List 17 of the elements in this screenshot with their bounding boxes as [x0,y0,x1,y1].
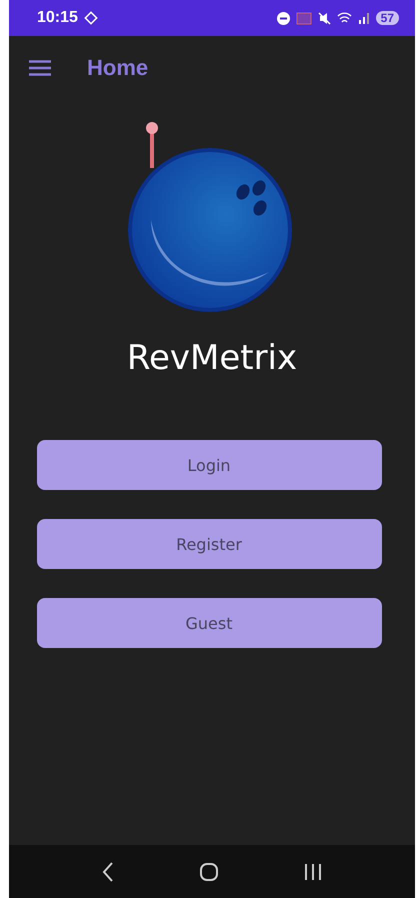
app-name: RevMetrix [126,338,298,378]
do-not-disturb-icon [276,12,290,24]
mute-icon [318,12,331,24]
clock: 10:15 [37,9,78,27]
wifi-icon [336,12,352,24]
action-button[interactable]: Guest [36,598,382,648]
battery-indicator: 57 [376,11,399,25]
cast-icon [296,12,312,24]
signal-icon [358,12,370,24]
diamond-icon [84,11,98,25]
toolbar-title: Home [87,55,148,81]
action-button[interactable]: Register [36,519,382,569]
back-icon[interactable] [102,862,114,882]
menu-icon[interactable] [29,60,51,76]
action-button[interactable]: Login [36,440,382,490]
recent-apps-icon[interactable] [304,862,322,880]
home-icon[interactable] [200,862,218,880]
